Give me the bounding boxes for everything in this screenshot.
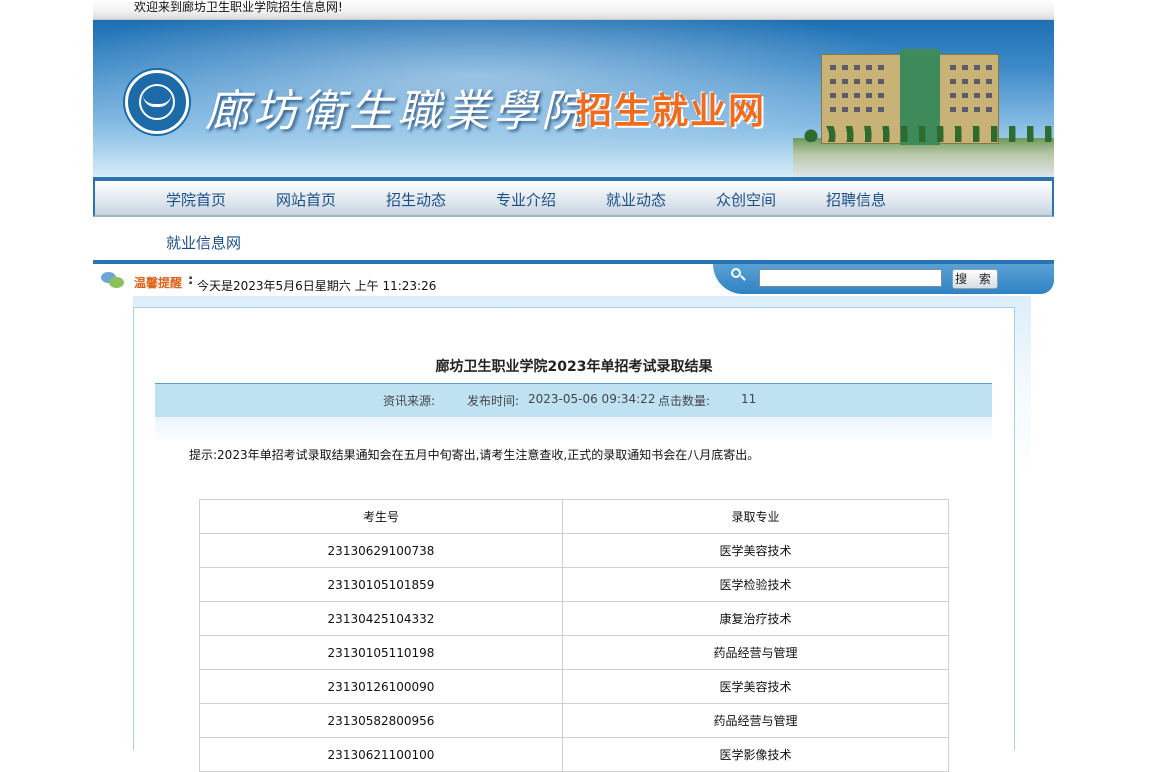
- nav-item-employment-news[interactable]: 就业动态: [606, 189, 666, 210]
- table-row: 23130105110198 药品经营与管理: [199, 635, 949, 670]
- admission-results-table: 考生号 录取专业 23130629100738 医学美容技术 231301051…: [199, 499, 949, 772]
- clicks-label: 点击数量:: [658, 394, 711, 408]
- college-name-calligraphy: 廊坊衛生職業學院: [205, 86, 589, 137]
- page-wrapper: 欢迎来到廊坊卫生职业学院招生信息网! 廊坊衛生職業學院 招生就业网 学院首页 网…: [93, 0, 1054, 772]
- nav-item-employment-network[interactable]: 就业信息网: [166, 232, 241, 253]
- table-row: 23130126100090 医学美容技术: [199, 669, 949, 704]
- article-meta-bar: 资讯来源: 发布时间: 2023-05-06 09:34:22 点击数量: 11: [155, 384, 992, 417]
- article-panel: 廊坊卫生职业学院2023年单招考试录取结果 资讯来源: 发布时间: 2023-0…: [133, 307, 1015, 772]
- welcome-text: 欢迎来到廊坊卫生职业学院招生信息网!: [134, 0, 343, 14]
- candidate-number: 23130105101859: [199, 567, 563, 602]
- nav-item-recruitment[interactable]: 招聘信息: [826, 189, 886, 210]
- source-label: 资讯来源:: [383, 394, 436, 408]
- candidate-number: 23130582800956: [199, 703, 563, 738]
- candidate-number: 23130629100738: [199, 533, 563, 568]
- nav-item-maker-space[interactable]: 众创空间: [716, 189, 776, 210]
- table-header-cell: 考生号: [199, 499, 563, 534]
- nav-item-majors[interactable]: 专业介绍: [496, 189, 556, 210]
- admitted-major: 康复治疗技术: [562, 601, 949, 636]
- nav-item-admission-news[interactable]: 招生动态: [386, 189, 446, 210]
- admitted-major: 医学美容技术: [562, 669, 949, 704]
- reminder-label: 温馨提醒: [134, 276, 183, 290]
- publish-time-label: 发布时间:: [467, 394, 520, 408]
- candidate-number: 23130621100100: [199, 737, 563, 772]
- main-nav: 学院首页 网站首页 招生动态 专业介绍 就业动态 众创空间 招聘信息: [93, 177, 1054, 217]
- banner-trees: [803, 126, 1054, 142]
- current-date-time: 今天是2023年5月6日星期六 上午 11:23:26: [197, 279, 437, 293]
- admitted-major: 医学影像技术: [562, 737, 949, 772]
- search-input[interactable]: [759, 269, 942, 287]
- table-row: 23130621100100 医学影像技术: [199, 737, 949, 772]
- candidate-number: 23130126100090: [199, 669, 563, 704]
- clicks-count: 11: [741, 392, 757, 406]
- reminder-colon: :: [188, 273, 194, 288]
- publish-time: 2023-05-06 09:34:22: [528, 392, 656, 406]
- admitted-major: 医学检验技术: [562, 567, 949, 602]
- nav-item-college-home[interactable]: 学院首页: [166, 189, 226, 210]
- article-notice: 提示:2023年单招考试录取结果通知会在五月中旬寄出,请考生注意查收,正式的录取…: [189, 448, 760, 462]
- nav-item-site-home[interactable]: 网站首页: [276, 189, 336, 210]
- candidate-number: 23130425104332: [199, 601, 563, 636]
- table-header-row: 考生号 录取专业: [199, 499, 949, 534]
- college-logo-icon: [125, 70, 189, 134]
- welcome-bar: 欢迎来到廊坊卫生职业学院招生信息网!: [93, 0, 1054, 20]
- site-banner: 廊坊衛生職業學院 招生就业网: [93, 20, 1054, 177]
- meta-fade: [155, 417, 992, 443]
- table-row: 23130582800956 药品经营与管理: [199, 703, 949, 738]
- admitted-major: 药品经营与管理: [562, 635, 949, 670]
- article-title: 廊坊卫生职业学院2023年单招考试录取结果: [435, 359, 713, 375]
- chat-bubbles-icon: [101, 272, 124, 288]
- site-name: 招生就业网: [576, 91, 767, 132]
- admitted-major: 医学美容技术: [562, 533, 949, 568]
- candidate-number: 23130105110198: [199, 635, 563, 670]
- admitted-major: 药品经营与管理: [562, 703, 949, 738]
- table-row: 23130629100738 医学美容技术: [199, 533, 949, 568]
- table-row: 23130105101859 医学检验技术: [199, 567, 949, 602]
- table-row: 23130425104332 康复治疗技术: [199, 601, 949, 636]
- table-header-cell: 录取专业: [562, 499, 949, 534]
- search-button[interactable]: 搜 索: [952, 269, 998, 289]
- search-icon: [731, 268, 746, 282]
